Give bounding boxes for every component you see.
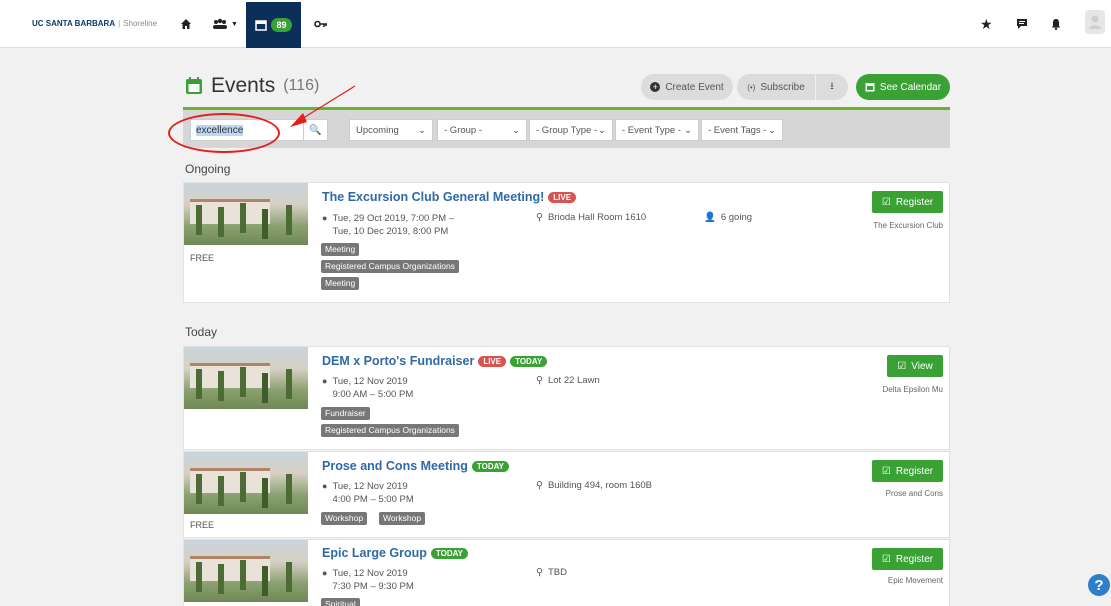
event-image[interactable]	[184, 540, 308, 602]
event-title[interactable]: DEM x Porto's Fundraiser LIVE TODAY	[322, 354, 548, 368]
price-label: FREE	[190, 520, 215, 530]
event-tag[interactable]: Workshop	[321, 512, 368, 525]
map-pin-icon: ⚲	[536, 480, 543, 491]
event-date: ● Tue, 29 Oct 2019, 7:00 PM – Tue, 10 Dec …	[322, 213, 455, 237]
clock-icon: ●	[322, 376, 328, 386]
price-label: FREE	[190, 253, 215, 263]
event-tag[interactable]: Registered Campus Organizations	[321, 260, 459, 273]
event-card[interactable]: FREE Prose and Cons Meeting TODAY ● Tue, 1…	[183, 451, 950, 538]
host-org[interactable]: Prose and Cons	[886, 489, 943, 498]
event-tag[interactable]: Fundraiser	[321, 407, 370, 420]
map-pin-icon: ⚲	[536, 567, 543, 578]
live-badge: LIVE	[548, 191, 577, 203]
live-badge: LIVE	[478, 355, 507, 367]
person-icon: 👤	[704, 212, 716, 223]
host-org[interactable]: Epic Movement	[888, 576, 943, 585]
event-tag[interactable]: Registered Campus Organizations	[321, 424, 459, 437]
clock-icon: ●	[322, 481, 328, 491]
event-date: ● Tue, 12 Nov 2019 7:30 PM – 9:30 PM	[322, 568, 414, 592]
help-button[interactable]: ?	[1088, 574, 1110, 596]
edit-icon: ☑	[897, 360, 907, 372]
event-card[interactable]: DEM x Porto's Fundraiser LIVE TODAY ● Tue, …	[183, 346, 950, 450]
host-org[interactable]: Delta Epsilon Mu	[883, 385, 943, 394]
map-pin-icon: ⚲	[536, 375, 543, 386]
edit-icon: ☑	[881, 465, 891, 477]
today-badge: TODAY	[471, 460, 509, 472]
event-location: ⚲ TBD	[536, 567, 567, 578]
event-title[interactable]: The Excursion Club General Meeting! LIVE	[322, 190, 577, 204]
event-location: ⚲ Brioda Hall Room 1610	[536, 212, 647, 223]
section-today: Today	[185, 325, 218, 339]
event-image[interactable]	[184, 452, 308, 514]
map-pin-icon: ⚲	[536, 212, 543, 223]
event-image[interactable]	[184, 183, 308, 245]
going-count: 👤 6 going	[704, 212, 753, 223]
event-location: ⚲ Lot 22 Lawn	[536, 375, 600, 386]
edit-icon: ☑	[881, 553, 891, 565]
event-location: ⚲ Building 494, room 160B	[536, 480, 653, 491]
today-badge: TODAY	[430, 547, 469, 559]
event-tag[interactable]: Meeting	[321, 243, 360, 256]
event-title[interactable]: Prose and Cons Meeting TODAY	[322, 459, 509, 473]
event-tag[interactable]: Spiritual	[321, 598, 360, 606]
event-card[interactable]: FREE The Excursion Club General Meeting!…	[183, 182, 950, 303]
today-badge: TODAY	[510, 355, 548, 367]
register-button[interactable]: ☑ Register	[872, 548, 943, 570]
event-title[interactable]: Epic Large Group TODAY	[322, 546, 469, 560]
clock-icon: ●	[322, 213, 328, 223]
clock-icon: ●	[322, 568, 328, 578]
section-ongoing: Ongoing	[185, 162, 231, 176]
register-button[interactable]: ☑ Register	[872, 191, 943, 213]
event-tag[interactable]: Workshop	[379, 512, 426, 525]
view-button[interactable]: ☑ View	[887, 355, 943, 377]
register-button[interactable]: ☑ Register	[872, 460, 943, 482]
event-image[interactable]	[184, 347, 308, 409]
event-date: ● Tue, 12 Nov 2019 4:00 PM – 5:00 PM	[322, 481, 414, 505]
event-card[interactable]: Epic Large Group TODAY ● Tue, 12 Nov 2019 7…	[183, 539, 950, 606]
host-org[interactable]: The Excursion Club	[873, 221, 943, 230]
event-tag[interactable]: Meeting	[321, 277, 360, 290]
edit-icon: ☑	[881, 196, 891, 208]
event-date: ● Tue, 12 Nov 2019 9:00 AM – 5:00 PM	[322, 376, 414, 400]
